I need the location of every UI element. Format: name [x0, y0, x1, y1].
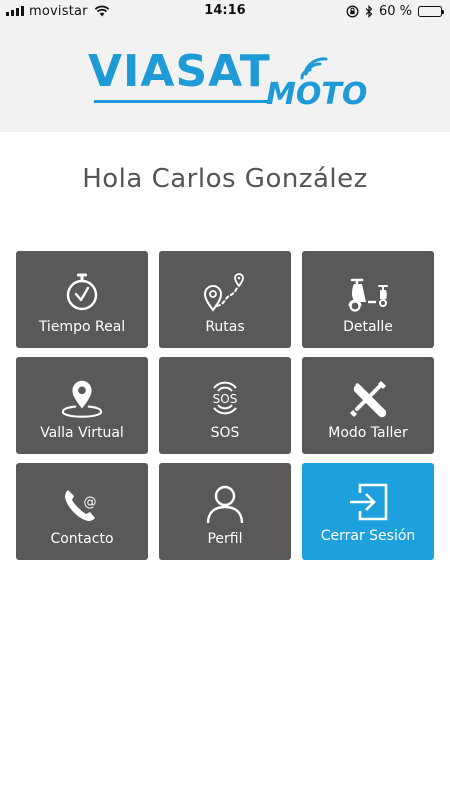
battery-percent: 60 %: [378, 3, 412, 19]
tile-valla-virtual[interactable]: Valla Virtual: [16, 357, 148, 454]
greeting-title: Hola Carlos González: [82, 164, 368, 194]
tile-rutas[interactable]: Rutas: [159, 251, 291, 348]
phone-email-icon: @: [60, 483, 104, 525]
tile-detalle[interactable]: Detalle: [302, 251, 434, 348]
geofence-pin-icon: [60, 377, 104, 419]
tools-icon: [346, 377, 390, 419]
tile-tiempo-real[interactable]: Tiempo Real: [16, 251, 148, 348]
signal-icon: [6, 6, 24, 16]
tile-contacto[interactable]: @ Contacto: [16, 463, 148, 560]
tile-sos[interactable]: SOS SOS: [159, 357, 291, 454]
svg-text:SOS: SOS: [213, 392, 238, 406]
status-bar: movistar 14:16 60 %: [0, 0, 450, 22]
tile-label: Contacto: [50, 531, 114, 547]
tile-label: Modo Taller: [328, 425, 408, 441]
tile-label: Cerrar Sesión: [320, 528, 416, 544]
wifi-icon: [94, 5, 110, 17]
status-right: 60 %: [346, 3, 444, 19]
tile-label: Rutas: [205, 319, 245, 335]
orientation-lock-icon: [346, 5, 359, 18]
bluetooth-icon: [365, 4, 373, 18]
tile-label: Tiempo Real: [38, 319, 126, 335]
logo-main-text: VIASAT: [88, 46, 271, 97]
tile-modo-taller[interactable]: Modo Taller: [302, 357, 434, 454]
svg-text:@: @: [84, 495, 97, 510]
tile-label: Detalle: [343, 319, 393, 335]
logo-sub-text: MOTO: [266, 77, 368, 112]
menu-grid: Tiempo Real Rutas Detalle Valla Virtual …: [16, 251, 434, 560]
stopwatch-icon: [60, 271, 104, 313]
logo-underline: [94, 100, 272, 103]
battery-icon: [418, 5, 444, 17]
scooter-icon: [346, 271, 390, 313]
route-icon: [203, 271, 247, 313]
carrier-name: movistar: [29, 3, 88, 19]
user-icon: [203, 483, 247, 525]
status-left: movistar: [6, 3, 110, 19]
tile-perfil[interactable]: Perfil: [159, 463, 291, 560]
tile-label: Valla Virtual: [40, 425, 124, 441]
tile-cerrar-sesion[interactable]: Cerrar Sesión: [302, 463, 434, 560]
viasat-moto-logo: VIASAT MOTO: [88, 50, 378, 114]
sos-icon: SOS: [203, 377, 247, 419]
tile-label: SOS: [210, 425, 240, 441]
tile-label: Perfil: [207, 531, 243, 547]
logout-icon: [346, 481, 390, 523]
header: VIASAT MOTO: [0, 22, 450, 132]
